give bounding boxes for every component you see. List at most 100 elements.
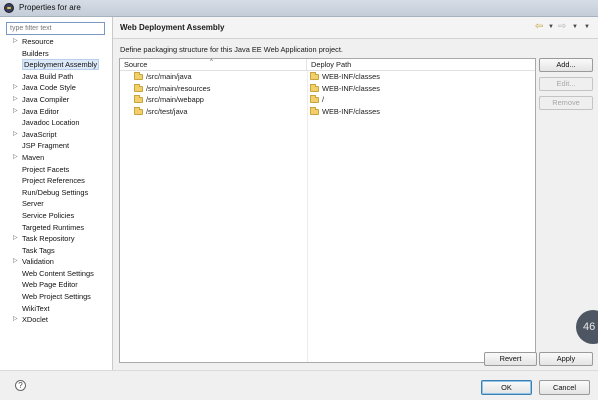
tree-item-label: Java Compiler bbox=[22, 94, 70, 104]
expand-twisty-icon[interactable]: ▷ bbox=[13, 129, 18, 141]
tree-item[interactable]: ▷ Task Repository bbox=[0, 233, 112, 245]
tree-item-label: Project References bbox=[22, 176, 85, 186]
window-title: Properties for are bbox=[19, 3, 81, 12]
add-button[interactable]: Add... bbox=[539, 58, 593, 72]
revert-button[interactable]: Revert bbox=[484, 352, 537, 366]
expand-twisty-icon[interactable]: ▷ bbox=[13, 36, 18, 48]
tree-item[interactable]: ▷ JavaScript bbox=[0, 129, 112, 141]
edit-button[interactable]: Edit... bbox=[539, 77, 593, 91]
table-header: Source ^ Deploy Path bbox=[120, 59, 535, 71]
expand-twisty-icon[interactable]: ▷ bbox=[13, 152, 18, 164]
folder-icon bbox=[310, 72, 319, 80]
tree-item-label: Run/Debug Settings bbox=[22, 187, 89, 197]
tree-item[interactable]: Task Tags bbox=[0, 245, 112, 257]
table-row[interactable]: /src/main/webapp / bbox=[120, 94, 535, 106]
forward-arrow-icon[interactable]: ⇨ bbox=[558, 21, 566, 32]
expand-twisty-icon[interactable]: ▷ bbox=[13, 94, 18, 106]
deploy-cell: WEB-INF/classes bbox=[310, 106, 380, 118]
ok-button[interactable]: OK bbox=[481, 380, 532, 395]
tree-item-label: Task Repository bbox=[22, 234, 75, 244]
tree-item-label: Task Tags bbox=[22, 245, 55, 255]
tree-item[interactable]: Builders bbox=[0, 48, 112, 60]
column-header-deploy-path[interactable]: Deploy Path bbox=[307, 59, 535, 71]
tree-item[interactable]: ▷ Validation bbox=[0, 256, 112, 268]
tree-item[interactable]: ▷ Java Code Style bbox=[0, 82, 112, 94]
tree-item[interactable]: ▷ Java Compiler bbox=[0, 94, 112, 106]
tree-item[interactable]: ▷ Java Editor bbox=[0, 106, 112, 118]
expand-twisty-icon[interactable]: ▷ bbox=[13, 82, 18, 94]
tree-item[interactable]: Service Policies bbox=[0, 210, 112, 222]
tree-item-label: Service Policies bbox=[22, 210, 75, 220]
tree-item[interactable]: Web Page Editor bbox=[0, 279, 112, 291]
back-arrow-icon[interactable]: ⇦ bbox=[535, 21, 543, 32]
table-row[interactable]: /src/main/resources WEB-INF/classes bbox=[120, 83, 535, 95]
tree-item[interactable]: ▷ Resource bbox=[0, 36, 112, 48]
folder-icon bbox=[134, 95, 143, 104]
deploy-path: WEB-INF/classes bbox=[322, 83, 380, 93]
help-icon[interactable]: ? bbox=[15, 380, 26, 391]
page-header: Web Deployment Assembly ⇦ ▼ ⇨ ▼ ▼ bbox=[113, 17, 598, 39]
deploy-path: WEB-INF/classes bbox=[322, 106, 380, 116]
eclipse-icon bbox=[4, 3, 14, 13]
tree-item-label: Web Page Editor bbox=[22, 280, 78, 290]
tree-item[interactable]: ▷ XDoclet bbox=[0, 314, 112, 326]
tree-item[interactable]: Javadoc Location bbox=[0, 117, 112, 129]
property-page: Web Deployment Assembly ⇦ ▼ ⇨ ▼ ▼ Define… bbox=[113, 17, 598, 370]
properties-nav-pane: ▷ResourceBuildersDeployment AssemblyJava… bbox=[0, 17, 113, 370]
tree-item-label: JSP Fragment bbox=[22, 141, 70, 151]
tree-item-label: XDoclet bbox=[22, 315, 48, 325]
expand-twisty-icon[interactable]: ▷ bbox=[13, 106, 18, 118]
folder-icon bbox=[310, 106, 319, 115]
tree-item[interactable]: Targeted Runtimes bbox=[0, 222, 112, 234]
tree-item-label: Server bbox=[22, 199, 44, 209]
tree-item[interactable]: Deployment Assembly bbox=[0, 59, 112, 71]
tree-item-label: Maven bbox=[22, 152, 45, 162]
expand-twisty-icon[interactable]: ▷ bbox=[13, 256, 18, 268]
source-cell: /src/test/java bbox=[134, 106, 187, 118]
back-history-chevron-icon[interactable]: ▼ bbox=[548, 24, 554, 30]
tree-item[interactable]: Web Content Settings bbox=[0, 268, 112, 280]
tree-item-label: Builders bbox=[22, 48, 49, 58]
tree-item[interactable]: WikiText bbox=[0, 303, 112, 315]
tree-item[interactable]: Java Build Path bbox=[0, 71, 112, 83]
tree-item[interactable]: Project References bbox=[0, 175, 112, 187]
filter-input[interactable] bbox=[6, 22, 105, 35]
tree-item-label: WikiText bbox=[22, 303, 50, 313]
apply-button[interactable]: Apply bbox=[539, 352, 593, 366]
deploy-cell: / bbox=[310, 94, 324, 106]
view-menu-icon[interactable]: ▼ bbox=[584, 24, 590, 30]
dialog-footer: ? OK Cancel bbox=[0, 370, 598, 400]
expand-twisty-icon[interactable]: ▷ bbox=[13, 233, 18, 245]
tree-item-label: Java Editor bbox=[22, 106, 59, 116]
tree-item[interactable]: Run/Debug Settings bbox=[0, 187, 112, 199]
tree-item[interactable]: Project Facets bbox=[0, 164, 112, 176]
deploy-cell: WEB-INF/classes bbox=[310, 71, 380, 83]
source-cell: /src/main/java bbox=[134, 71, 192, 83]
table-row[interactable]: /src/main/java WEB-INF/classes bbox=[120, 71, 535, 83]
tree-item[interactable]: Web Project Settings bbox=[0, 291, 112, 303]
cancel-button[interactable]: Cancel bbox=[539, 380, 590, 395]
tree-item[interactable]: Server bbox=[0, 198, 112, 210]
deploy-cell: WEB-INF/classes bbox=[310, 83, 380, 95]
window-titlebar: Properties for are bbox=[0, 0, 598, 17]
tree-item-label: JavaScript bbox=[22, 129, 57, 139]
page-description: Define packaging structure for this Java… bbox=[120, 45, 343, 54]
tree-item-label: Java Build Path bbox=[22, 71, 74, 81]
forward-history-chevron-icon[interactable]: ▼ bbox=[572, 24, 578, 30]
folder-icon bbox=[134, 106, 143, 115]
folder-icon bbox=[134, 72, 143, 80]
expand-twisty-icon[interactable]: ▷ bbox=[13, 314, 18, 326]
folder-icon bbox=[134, 83, 143, 92]
table-row[interactable]: /src/test/java WEB-INF/classes bbox=[120, 106, 535, 118]
sort-up-icon: ^ bbox=[210, 59, 213, 65]
tree-item[interactable]: JSP Fragment bbox=[0, 140, 112, 152]
column-header-source[interactable]: Source ^ bbox=[120, 59, 307, 71]
source-cell: /src/main/resources bbox=[134, 83, 210, 95]
tree-item-label: Java Code Style bbox=[22, 83, 76, 93]
tree-item-label: Web Project Settings bbox=[22, 292, 91, 302]
folder-icon bbox=[310, 95, 319, 104]
folder-icon bbox=[310, 83, 319, 92]
tree-item[interactable]: ▷ Maven bbox=[0, 152, 112, 164]
remove-button[interactable]: Remove bbox=[539, 96, 593, 110]
source-path: /src/main/java bbox=[146, 72, 192, 81]
